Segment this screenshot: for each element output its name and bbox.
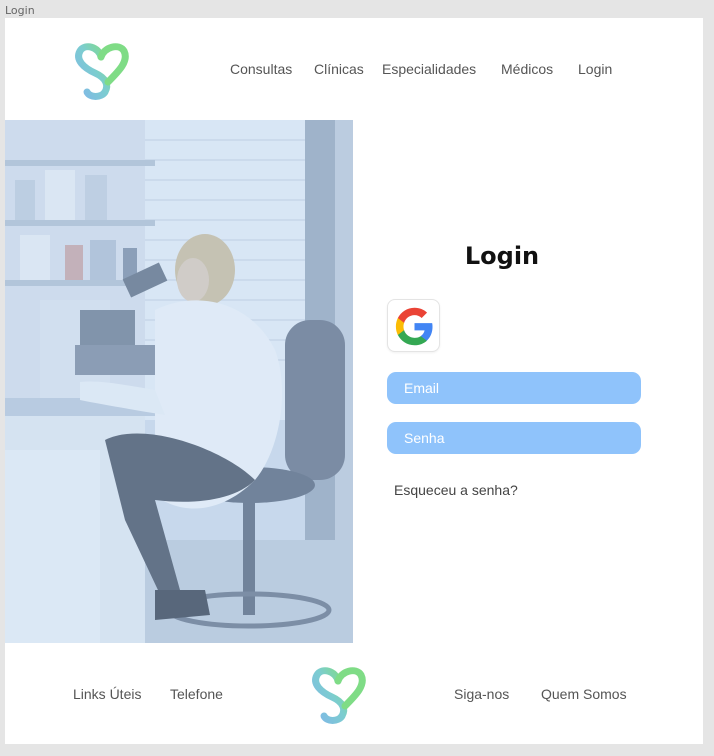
footer-siga-nos[interactable]: Siga-nos	[454, 686, 509, 702]
nav-especialidades[interactable]: Especialidades	[382, 61, 476, 77]
footer-telefone[interactable]: Telefone	[170, 686, 223, 702]
google-login-button[interactable]	[387, 299, 440, 352]
nav-consultas[interactable]: Consultas	[230, 61, 292, 77]
login-page: Consultas Clínicas Especialidades Médico…	[5, 18, 703, 744]
footer-links-uteis[interactable]: Links Úteis	[73, 686, 141, 702]
password-field[interactable]	[387, 422, 641, 454]
nav-clinicas[interactable]: Clínicas	[314, 61, 364, 77]
nav-medicos[interactable]: Médicos	[501, 61, 553, 77]
main-nav: Consultas Clínicas Especialidades Médico…	[5, 61, 703, 79]
email-field[interactable]	[387, 372, 641, 404]
nav-login[interactable]: Login	[578, 61, 612, 77]
footer-quem-somos[interactable]: Quem Somos	[541, 686, 627, 702]
forgot-password-link[interactable]: Esqueceu a senha?	[394, 482, 518, 498]
frame-label: Login	[5, 4, 35, 17]
hero-lab-image	[5, 120, 353, 643]
footer-logo	[308, 663, 368, 725]
login-title: Login	[464, 242, 540, 270]
